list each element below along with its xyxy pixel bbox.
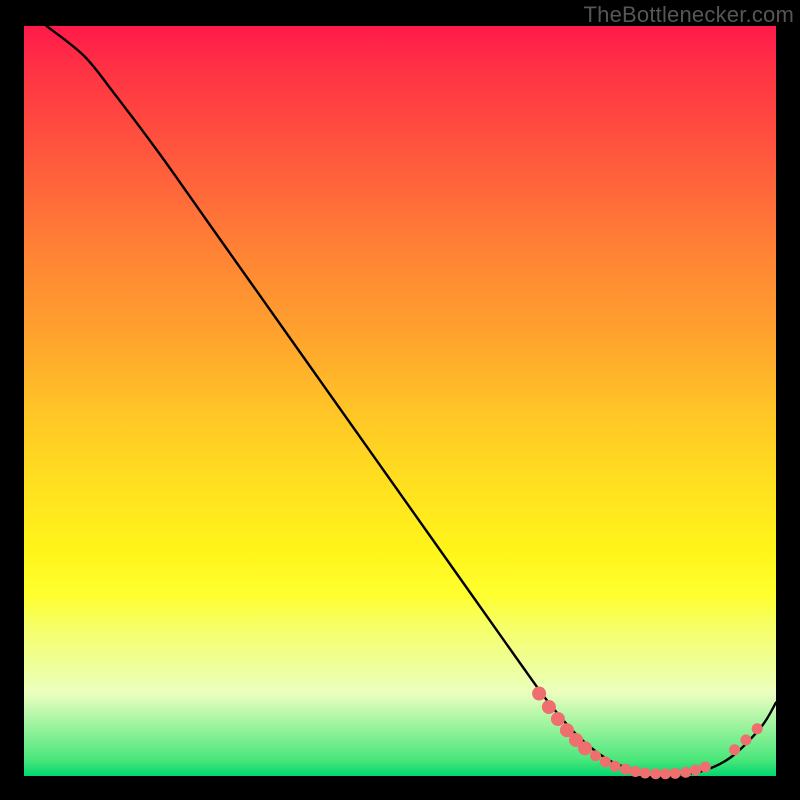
marker-dot <box>578 741 592 755</box>
marker-dot <box>660 768 671 779</box>
marker-dot <box>640 768 651 779</box>
marker-dot <box>680 767 691 778</box>
marker-dot <box>670 768 681 779</box>
marker-dot <box>650 768 661 779</box>
bottleneck-curve <box>47 26 776 775</box>
marker-dot <box>740 735 751 746</box>
marker-dot <box>542 700 556 714</box>
marker-group <box>532 687 763 780</box>
marker-dot <box>610 761 621 772</box>
chart-frame: TheBottlenecker.com <box>0 0 800 800</box>
marker-dot <box>532 687 546 701</box>
watermark-text: TheBottlenecker.com <box>584 2 794 28</box>
marker-dot <box>600 756 611 767</box>
marker-dot <box>551 712 565 726</box>
marker-dot <box>729 744 740 755</box>
marker-dot <box>590 750 601 761</box>
chart-plot-area <box>24 26 776 776</box>
marker-dot <box>630 766 641 777</box>
marker-dot <box>700 762 711 773</box>
marker-dot <box>752 723 763 734</box>
chart-svg <box>24 26 776 776</box>
marker-dot <box>620 764 631 775</box>
marker-dot <box>690 765 701 776</box>
